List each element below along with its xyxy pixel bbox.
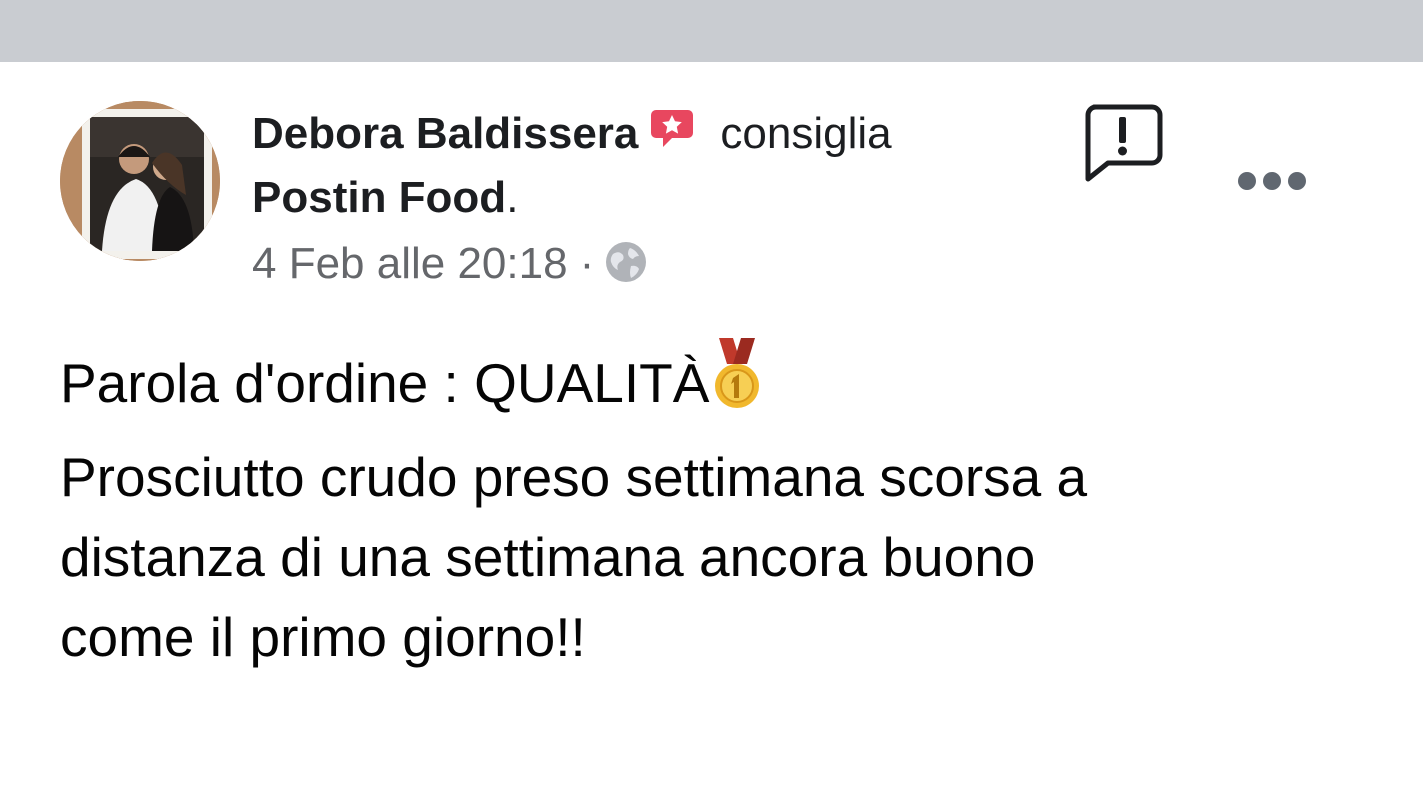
author-name[interactable]: Debora Baldissera: [252, 109, 638, 158]
globe-icon[interactable]: [604, 240, 648, 296]
post-text-line-4: come il primo giorno!!: [60, 606, 586, 668]
page-name[interactable]: Postin Food: [252, 173, 506, 222]
post-header: Debora Baldissera consiglia: [252, 108, 892, 162]
post-body: Parola d'ordine : QUALITÀ Prosciutto cru…: [60, 336, 1380, 677]
avatar-photo: [60, 101, 220, 261]
post-meta: 4 Feb alle 20:18 ·: [252, 238, 648, 296]
page-name-line: Postin Food.: [252, 172, 518, 224]
post-text-line-3: distanza di una settimana ancora buono: [60, 526, 1036, 588]
recommend-verb: consiglia: [720, 109, 892, 158]
top-bar: [0, 0, 1423, 62]
report-icon[interactable]: [1082, 103, 1164, 183]
meta-separator: ·: [579, 239, 595, 288]
page-name-suffix: .: [506, 173, 519, 222]
post-screen: Debora Baldissera consiglia Postin Food. …: [0, 0, 1423, 800]
more-options-icon[interactable]: [1236, 170, 1308, 192]
post-timestamp[interactable]: 4 Feb alle 20:18: [252, 239, 568, 288]
first-place-medal-icon: [711, 336, 763, 437]
post-text-line-2: Prosciutto crudo preso settimana scorsa …: [60, 446, 1088, 508]
post-text-line-1: Parola d'ordine : QUALITÀ: [60, 352, 710, 414]
recommend-star-icon: [650, 108, 694, 162]
avatar[interactable]: [60, 101, 220, 261]
post-text-line: Parola d'ordine : QUALITÀ: [60, 336, 1380, 437]
